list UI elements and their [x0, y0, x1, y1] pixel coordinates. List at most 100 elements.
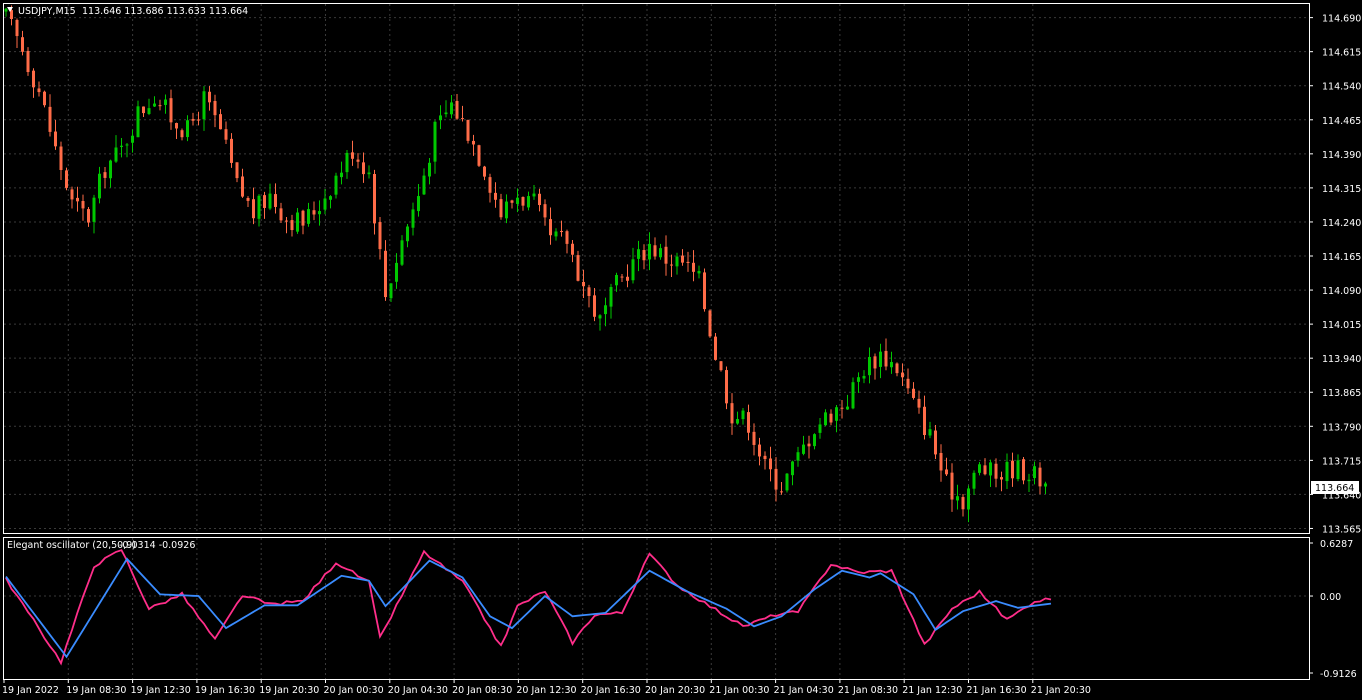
price-tick-label: 114.465	[1322, 116, 1361, 127]
time-tick-label: 21 Jan 20:30	[1031, 685, 1091, 696]
time-tick-label: 21 Jan 04:30	[774, 685, 834, 696]
candle-body	[769, 458, 772, 470]
price-tick-label: 113.565	[1322, 524, 1361, 535]
candle-body	[532, 193, 536, 197]
price-tick-label: 113.865	[1322, 388, 1361, 399]
candle[interactable]	[576, 250, 580, 282]
candle-body	[917, 398, 921, 408]
candle-body	[582, 281, 585, 287]
candle[interactable]	[851, 377, 855, 410]
candle-body	[934, 430, 937, 455]
candle-body	[81, 201, 85, 209]
candle-body	[92, 197, 96, 222]
candle[interactable]	[719, 360, 723, 372]
price-tick-label: 114.165	[1322, 252, 1361, 263]
candle-body	[659, 248, 662, 258]
candle-body	[857, 377, 860, 382]
price-tick-label: 114.615	[1322, 48, 1361, 59]
candle[interactable]	[708, 309, 712, 338]
candle-body	[873, 356, 877, 369]
candle-body	[417, 196, 420, 212]
candle-body	[389, 283, 393, 299]
candle-body	[241, 176, 244, 197]
candle-body	[87, 209, 90, 223]
candle-body	[257, 195, 261, 219]
candle-body	[10, 10, 13, 20]
candle-body	[279, 208, 283, 221]
candle-body	[274, 194, 277, 207]
price-tick-label: 114.315	[1322, 184, 1361, 195]
candle[interactable]	[334, 172, 338, 199]
candle-body	[197, 119, 200, 121]
candle-body	[362, 162, 365, 175]
candle-body	[252, 199, 255, 219]
indicator-values: -0.0314 -0.0926	[119, 540, 195, 551]
candle-body	[571, 243, 574, 255]
candle-body	[466, 119, 470, 141]
candle[interactable]	[785, 473, 789, 493]
indicator-label: Elegant oscillator (20,50,9)	[7, 540, 136, 551]
candle-body	[791, 461, 794, 476]
candle[interactable]	[1022, 456, 1025, 485]
price-tick-label: 114.690	[1322, 14, 1361, 25]
candle-body	[703, 272, 706, 310]
candle-body	[752, 431, 756, 445]
candle-body	[758, 444, 761, 457]
candle-body	[318, 211, 321, 215]
candle[interactable]	[714, 332, 717, 361]
candle-body	[642, 250, 646, 261]
candle[interactable]	[703, 268, 706, 312]
candle-body	[378, 222, 382, 250]
candle-body	[186, 120, 189, 138]
candle-body	[450, 102, 453, 115]
candle-body	[98, 173, 101, 199]
candle-body	[978, 464, 981, 473]
candle-body	[158, 105, 162, 107]
candle[interactable]	[65, 167, 68, 191]
candle-body	[235, 162, 239, 179]
candle-body	[868, 357, 871, 376]
candle-body	[912, 388, 915, 398]
candle-body	[956, 496, 959, 501]
candle-body	[444, 112, 448, 115]
candle[interactable]	[477, 144, 481, 168]
time-tick-label: 20 Jan 00:30	[324, 685, 384, 696]
candle[interactable]	[725, 366, 728, 410]
candle-body	[191, 118, 195, 121]
candle-body	[290, 220, 294, 231]
candle-body	[615, 274, 618, 286]
candle-body	[323, 198, 327, 210]
candle-body	[37, 88, 41, 93]
candle-body	[334, 175, 338, 195]
candle[interactable]	[466, 119, 470, 144]
candle-body	[527, 196, 530, 208]
candle-body	[70, 189, 74, 200]
candle-body	[472, 140, 475, 145]
candle-body	[268, 193, 272, 209]
candle-body	[263, 195, 266, 208]
candle-body	[499, 199, 503, 218]
time-tick-label: 19 Jan 2022	[2, 685, 59, 696]
candle-body	[846, 406, 849, 410]
time-tick-label: 19 Jan 20:30	[259, 685, 319, 696]
candle-body	[879, 351, 882, 367]
price-tag-label: 113.664	[1315, 483, 1354, 494]
candle-body	[285, 220, 288, 222]
candle-body	[411, 209, 415, 228]
candle[interactable]	[43, 90, 46, 108]
price-tick-label: 113.940	[1322, 354, 1361, 365]
candle[interactable]	[26, 47, 30, 76]
candle-body	[125, 144, 129, 146]
candle-body	[593, 295, 596, 317]
candle-body	[1000, 477, 1003, 480]
candle-body	[373, 174, 376, 224]
candle-body	[109, 160, 112, 179]
candle-body	[928, 429, 932, 436]
candle-body	[714, 336, 717, 360]
candle-body	[818, 424, 822, 433]
candle-body	[538, 193, 541, 206]
time-tick-label: 19 Jan 16:30	[195, 685, 255, 696]
candle-body	[356, 159, 360, 162]
candle-body	[945, 469, 948, 475]
candle-body	[114, 147, 118, 162]
